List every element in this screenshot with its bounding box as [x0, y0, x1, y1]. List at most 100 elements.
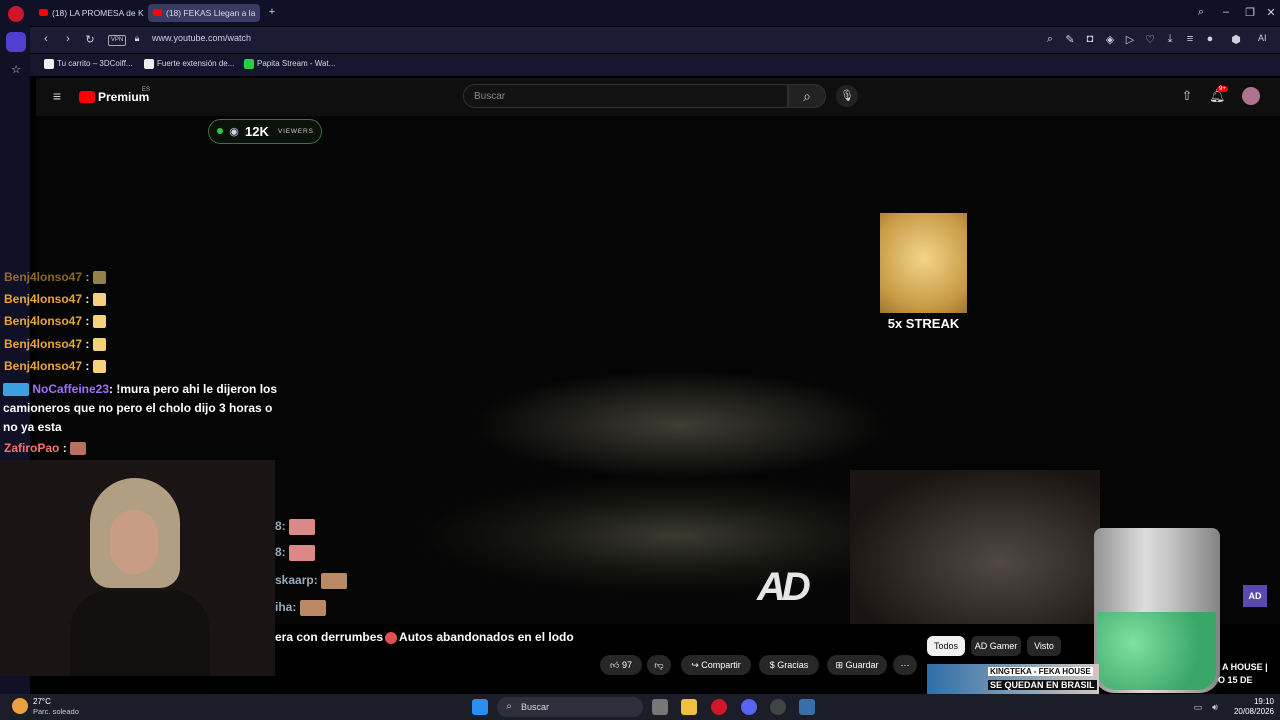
back-icon[interactable]: ‹	[40, 33, 52, 45]
settings-icon[interactable]	[799, 699, 815, 715]
thumbnail-text-2: SE QUEDAN EN BRASIL	[988, 680, 1097, 690]
lock-icon: 🔒︎	[134, 33, 140, 43]
new-tab-icon[interactable]: +	[265, 6, 279, 18]
download-icon[interactable]: ⤓	[1164, 33, 1176, 46]
upload-icon[interactable]: ⇧	[1180, 88, 1194, 104]
chip-ad-gamer[interactable]: AD Gamer	[971, 636, 1021, 656]
chat-text: :	[85, 359, 90, 373]
dislike-button[interactable]: 👎︎	[647, 655, 671, 675]
bookmark-item[interactable]: Papita Stream - Wat...	[244, 59, 335, 69]
like-button[interactable]: 👍︎ 97	[600, 655, 642, 675]
menu-icon[interactable]: ≡	[1184, 33, 1196, 45]
close-window-icon[interactable]: ✕	[1264, 6, 1278, 19]
microphone-icon[interactable]: 🎙︎	[836, 85, 858, 107]
save-icon: ⊞	[835, 660, 843, 670]
edit-icon[interactable]: ✎	[1064, 33, 1076, 46]
weather-desc: Parc. soleado	[33, 707, 79, 716]
eye-icon: ◉	[229, 126, 239, 138]
chat-username: skaarp:	[275, 573, 318, 588]
shield-icon[interactable]: ◈	[1104, 33, 1116, 46]
chat-line: Benj4lonso47 :	[4, 270, 106, 285]
bookmark-favicon-icon	[144, 59, 154, 69]
bookmark-label: Papita Stream - Wat...	[257, 59, 336, 69]
streak-emote-image	[880, 213, 967, 313]
volume-icon[interactable]: 🔊︎	[1210, 702, 1220, 713]
file-explorer-icon[interactable]	[681, 699, 697, 715]
search-icon[interactable]: ⌕	[788, 84, 826, 108]
glass-fill-image	[1098, 612, 1216, 690]
bookmark-item[interactable]: Fuerte extensión de...	[144, 59, 234, 69]
tab-la-promesa[interactable]: (18) LA PROMESA de King	[34, 4, 144, 22]
ad-watermark-logo: AD	[757, 565, 811, 609]
youtube-logo-icon[interactable]	[79, 91, 95, 103]
bookmark-favicon-icon	[44, 59, 54, 69]
extensions-icon[interactable]: ⬢	[1230, 33, 1242, 46]
hamburger-menu-icon[interactable]: ≡	[50, 88, 64, 104]
chip-visto[interactable]: Visto	[1027, 636, 1061, 656]
url-field[interactable]: www.youtube.com/watch	[152, 33, 251, 43]
viewers-label: VIEWERS	[278, 128, 314, 135]
heart-icon[interactable]: ♡	[1144, 33, 1156, 46]
webcam-body	[70, 590, 210, 676]
camera-icon[interactable]: ◘	[1084, 33, 1096, 45]
vpn-badge[interactable]: VPN	[108, 35, 126, 46]
like-count: 97	[621, 660, 632, 670]
home-icon[interactable]	[6, 32, 26, 52]
emote-icon	[70, 442, 87, 456]
windows-start-icon[interactable]	[472, 699, 488, 715]
network-icon[interactable]: ▭	[1193, 702, 1203, 713]
thumbs-down-icon: 👎︎	[654, 660, 664, 670]
related-title-fragment: O 15 DE	[1218, 675, 1253, 685]
car-camera-feed	[850, 470, 1100, 624]
badge-icon	[3, 383, 29, 397]
search-page-icon[interactable]: ⌕	[1044, 33, 1056, 46]
chat-username: 8:	[275, 519, 286, 534]
streak-label: 5x STREAK	[887, 316, 960, 331]
chat-line-long: NoCaffeine23: !mura pero ahi le dijeron …	[3, 380, 288, 437]
weather-temp[interactable]: 27°C	[33, 697, 51, 706]
more-options-button[interactable]: ⋯	[893, 655, 917, 675]
chat-text: :	[62, 441, 67, 455]
emote-icon	[92, 360, 106, 374]
ghost-chat-line: 8:	[275, 519, 316, 535]
thanks-button[interactable]: $ Gracias	[759, 655, 819, 675]
clock-time[interactable]: 19:10	[1240, 697, 1274, 706]
share-button[interactable]: ↪ Compartir	[681, 655, 751, 675]
save-button[interactable]: ⊞ Guardar	[827, 655, 887, 675]
star-icon[interactable]: ☆	[8, 63, 24, 76]
opera-taskbar-icon[interactable]	[711, 699, 727, 715]
bookmark-label: Fuerte extensión de...	[157, 59, 235, 69]
reload-icon[interactable]: ↻	[84, 33, 96, 46]
taskbar-search-icon: ⌕	[506, 701, 512, 712]
bookmark-item[interactable]: Tu carrito – 3DCoiff...	[44, 59, 133, 69]
play-icon[interactable]: ▷	[1124, 33, 1136, 46]
chat-text: :	[85, 337, 90, 351]
emote-icon	[92, 271, 106, 285]
search-input[interactable]: Buscar	[463, 84, 788, 108]
clock-date[interactable]: 20/08/2026	[1226, 707, 1274, 716]
tab-search-icon[interactable]: ⌕	[1194, 6, 1208, 19]
youtube-favicon-icon	[39, 9, 48, 16]
profile-icon[interactable]: ●	[1204, 33, 1216, 45]
chip-todos[interactable]: Todos	[927, 636, 965, 656]
task-view-icon[interactable]	[652, 699, 668, 715]
opera-logo-icon[interactable]	[8, 6, 24, 22]
share-label: Compartir	[701, 660, 741, 670]
emote-icon	[289, 545, 316, 561]
bookmark-label: Tu carrito – 3DCoiff...	[57, 59, 133, 69]
region-label: ES	[142, 87, 151, 93]
restore-icon[interactable]: ❐	[1243, 6, 1257, 19]
ai-button[interactable]: AI	[1258, 33, 1267, 43]
avatar[interactable]	[1242, 87, 1260, 105]
emote-icon	[299, 600, 326, 616]
forward-icon[interactable]: ›	[62, 33, 74, 45]
chat-text: :	[85, 270, 90, 284]
taskbar-search[interactable]: Buscar	[497, 697, 643, 717]
app-icon[interactable]	[770, 699, 786, 715]
weather-icon[interactable]	[12, 698, 28, 714]
chat-line: Benj4lonso47 :	[4, 337, 106, 352]
chat-line: Benj4lonso47 :	[4, 292, 106, 307]
tab-fekas[interactable]: (18) FEKAS Llegan a la	[148, 4, 260, 22]
discord-icon[interactable]	[741, 699, 757, 715]
minimize-icon[interactable]: –	[1219, 6, 1233, 18]
